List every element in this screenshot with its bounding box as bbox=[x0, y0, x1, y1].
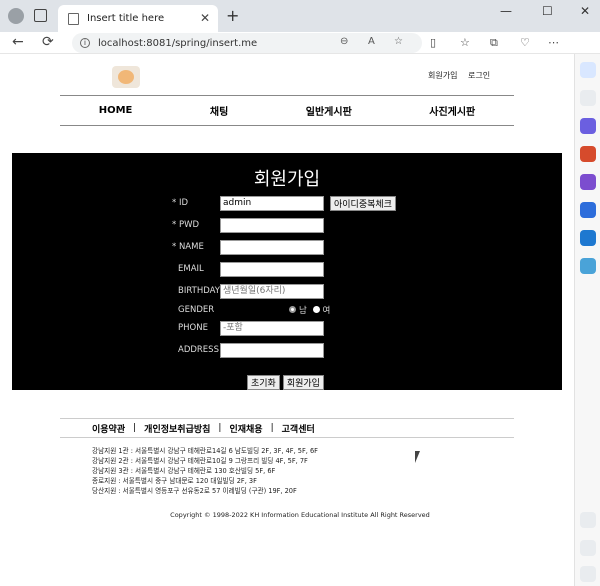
id-row: * ID 아이디중복체크 bbox=[172, 195, 396, 211]
menu-home[interactable]: HOME bbox=[99, 105, 133, 116]
form-buttons: 초기화 회원가입 bbox=[247, 374, 324, 390]
extensions-icon[interactable]: ♡ bbox=[520, 36, 530, 49]
close-tab-icon[interactable]: ✕ bbox=[200, 11, 210, 25]
more-menu-icon[interactable]: ⋯ bbox=[548, 36, 559, 49]
address-label: ADDRESS bbox=[178, 345, 219, 355]
id-duplicate-check-button[interactable]: 아이디중복체크 bbox=[330, 195, 396, 211]
phone-input[interactable] bbox=[220, 320, 324, 336]
email-label: EMAIL bbox=[178, 264, 204, 274]
branch-line: 종로지원 : 서울특별시 중구 남대문로 120 대일빌딩 2F, 3F bbox=[92, 477, 257, 485]
favorite-star-icon[interactable]: ☆ bbox=[394, 36, 403, 47]
radio-female[interactable] bbox=[312, 306, 320, 313]
tools-icon[interactable] bbox=[580, 146, 596, 162]
search-icon[interactable] bbox=[580, 90, 596, 106]
terms-link[interactable]: 이용약관 bbox=[92, 422, 125, 435]
form-title: 회원가입 bbox=[253, 169, 321, 190]
split-screen-icon[interactable]: ▯ bbox=[430, 36, 436, 49]
cat-logo-image[interactable] bbox=[112, 66, 140, 88]
privacy-link[interactable]: 개인정보취급방침 bbox=[144, 422, 210, 435]
mouse-cursor-icon bbox=[415, 451, 425, 463]
id-label: * ID bbox=[172, 198, 189, 208]
browser-toolbar: ← ⟳ i localhost:8081/spring/insert.me ⊖ … bbox=[0, 32, 600, 54]
menu-chat[interactable]: 채팅 bbox=[210, 103, 228, 118]
gender-row: GENDER 남 여 bbox=[172, 302, 330, 318]
birthday-label: BIRTHDAY bbox=[178, 286, 220, 296]
address-row: ADDRESS bbox=[172, 342, 324, 358]
site-info-icon[interactable]: i bbox=[80, 38, 90, 48]
branch-line: 강남지원 1관 : 서울특별시 강남구 테헤란로14길 6 남도빌딩 2F, 3… bbox=[92, 447, 318, 455]
recruit-link[interactable]: 인재채용 bbox=[229, 422, 262, 435]
name-label: * NAME bbox=[172, 242, 204, 252]
branch-addresses: 강남지원 1관 : 서울특별시 강남구 테헤란로14길 6 남도빌딩 2F, 3… bbox=[92, 446, 318, 496]
pwd-label: * PWD bbox=[172, 220, 200, 230]
pwd-row: * PWD bbox=[172, 217, 324, 233]
email-row: EMAIL bbox=[172, 261, 324, 277]
drop-icon[interactable] bbox=[580, 258, 596, 274]
birthday-input[interactable] bbox=[220, 283, 324, 299]
menu-photo-board[interactable]: 사진게시판 bbox=[429, 103, 475, 118]
gender-female-label: 여 bbox=[322, 306, 331, 316]
page-favicon-icon bbox=[68, 12, 79, 25]
birthday-row: BIRTHDAY bbox=[172, 283, 324, 299]
id-input[interactable] bbox=[220, 195, 324, 211]
maximize-button[interactable]: ☐ bbox=[542, 4, 553, 18]
copilot-icon[interactable] bbox=[580, 62, 596, 78]
edge-sidebar bbox=[574, 54, 600, 586]
zoom-icon[interactable]: ⊖ bbox=[340, 36, 348, 47]
open-external-icon[interactable] bbox=[580, 540, 596, 556]
favorites-icon[interactable]: ☆ bbox=[460, 36, 470, 49]
gender-male-label: 남 bbox=[299, 306, 307, 316]
address-bar[interactable]: i localhost:8081/spring/insert.me ⊖ A ☆ bbox=[72, 33, 422, 53]
tab-strip: Insert title here ✕ + — ☐ ✕ bbox=[0, 0, 600, 32]
profile-icon[interactable] bbox=[8, 8, 24, 24]
minimize-button[interactable]: — bbox=[500, 4, 512, 18]
email-input[interactable] bbox=[220, 261, 324, 277]
branch-line: 당산지원 : 서울특별시 영등포구 선유동2로 57 이레빌딩 (구관) 19F… bbox=[92, 487, 297, 495]
name-input[interactable] bbox=[220, 239, 324, 255]
phone-label: PHONE bbox=[178, 323, 208, 333]
url-text[interactable]: localhost:8081/spring/insert.me bbox=[98, 38, 257, 49]
sidebar-toggle-icon[interactable] bbox=[580, 512, 596, 528]
copyright: Copyright © 1998-2022 KH Information Edu… bbox=[170, 511, 430, 519]
web-page: 회원가입 로그인 HOME 채팅 일반게시판 사진게시판 회원가입 * ID 아… bbox=[0, 54, 574, 586]
tab-actions-icon[interactable] bbox=[34, 9, 47, 22]
login-link[interactable]: 로그인 bbox=[468, 71, 490, 80]
address-input[interactable] bbox=[220, 342, 324, 358]
support-link[interactable]: 고객센터 bbox=[282, 422, 315, 435]
main-menu: HOME 채팅 일반게시판 사진게시판 bbox=[60, 95, 514, 126]
submit-button[interactable]: 회원가입 bbox=[282, 374, 324, 390]
branch-line: 강남지원 3관 : 서울특별시 강남구 테헤란로 130 호산빌딩 5F, 6F bbox=[92, 467, 276, 475]
shopping-icon[interactable] bbox=[580, 118, 596, 134]
office-icon[interactable] bbox=[580, 202, 596, 218]
settings-gear-icon[interactable] bbox=[580, 566, 596, 582]
reload-button[interactable]: ⟳ bbox=[42, 34, 54, 50]
gender-label: GENDER bbox=[178, 305, 215, 315]
collections-icon[interactable]: ⧉ bbox=[490, 36, 498, 50]
new-tab-button[interactable]: + bbox=[226, 6, 239, 25]
top-links: 회원가입 로그인 bbox=[428, 70, 498, 81]
reset-button[interactable]: 초기화 bbox=[247, 374, 280, 390]
radio-male[interactable] bbox=[289, 306, 296, 313]
read-aloud-icon[interactable]: A bbox=[368, 36, 375, 47]
tab-active[interactable]: Insert title here ✕ bbox=[58, 5, 218, 32]
phone-row: PHONE bbox=[172, 320, 324, 336]
footer-links: 이용약관 | 개인정보취급방침 | 인재채용 | 고객센터 bbox=[60, 418, 514, 438]
pwd-input[interactable] bbox=[220, 217, 324, 233]
browser-window: Insert title here ✕ + — ☐ ✕ ← ⟳ i localh… bbox=[0, 0, 600, 586]
name-row: * NAME bbox=[172, 239, 324, 255]
outlook-icon[interactable] bbox=[580, 230, 596, 246]
branch-line: 강남지원 2관 : 서울특별시 강남구 테헤란로10길 9 그랑프리 빌딩 4F… bbox=[92, 457, 308, 465]
signup-form-panel: 회원가입 * ID 아이디중복체크 * PWD * NAME EMAIL BIR… bbox=[12, 153, 562, 390]
back-button[interactable]: ← bbox=[12, 34, 24, 50]
games-icon[interactable] bbox=[580, 174, 596, 190]
close-window-button[interactable]: ✕ bbox=[580, 4, 590, 18]
gender-options: 남 여 bbox=[286, 304, 330, 316]
menu-board[interactable]: 일반게시판 bbox=[306, 103, 352, 118]
signup-link[interactable]: 회원가입 bbox=[428, 71, 457, 80]
tab-title: Insert title here bbox=[87, 13, 165, 24]
